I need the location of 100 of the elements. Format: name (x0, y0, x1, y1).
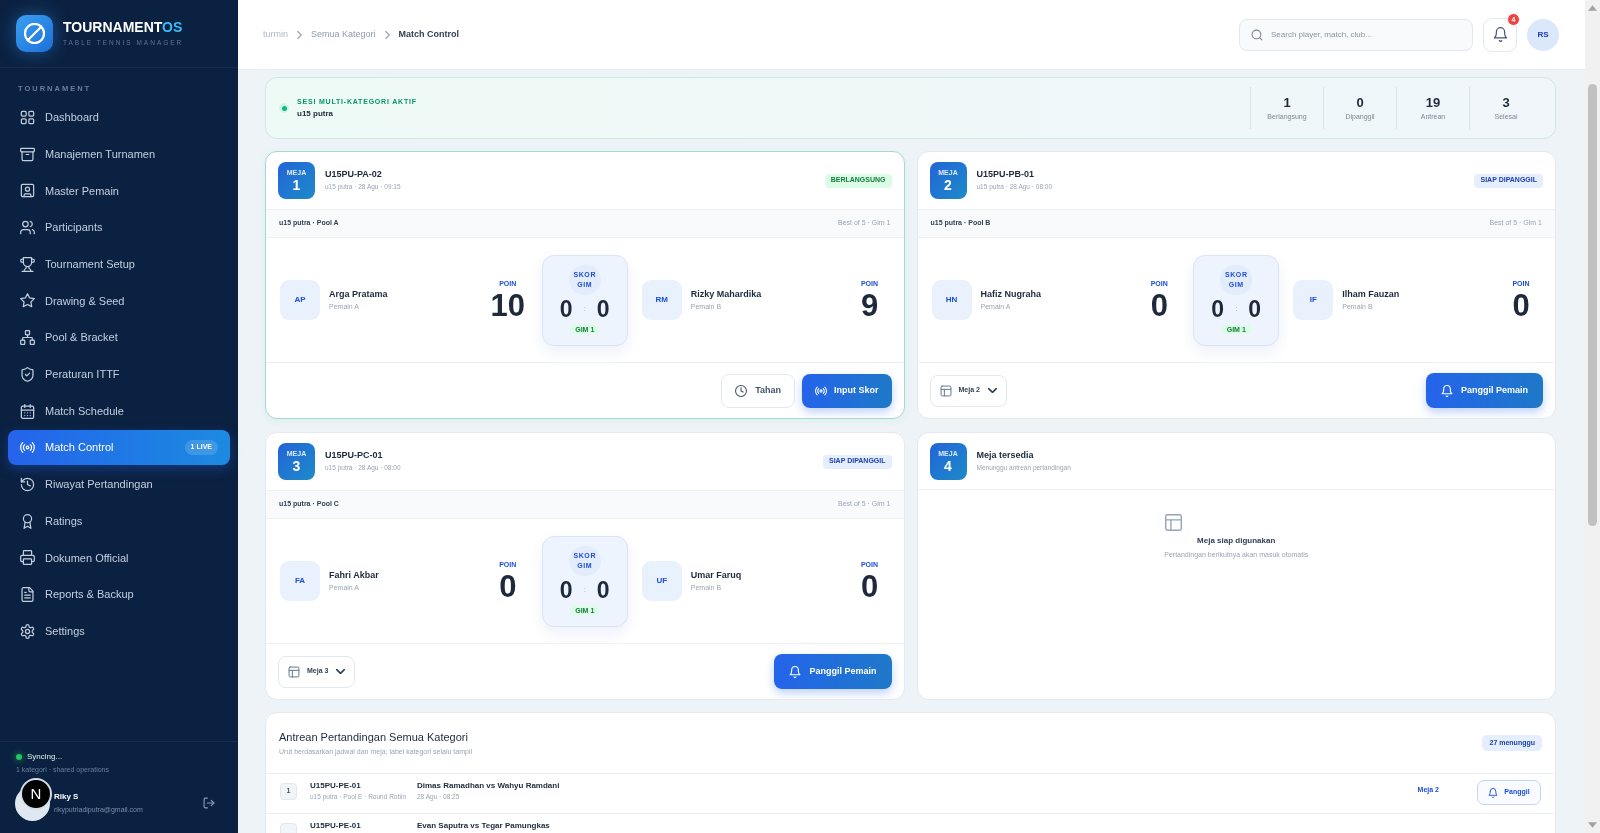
sidebar-item-label: Dokumen Official (45, 550, 129, 566)
users-icon (20, 220, 35, 236)
match-players: Dimas Ramadhan vs Wahyu Ramdani (417, 782, 560, 790)
game-score: 0 (1211, 297, 1225, 321)
scroll-down-arrow-icon[interactable] (1588, 822, 1597, 828)
shield-check-icon (20, 366, 35, 382)
sidebar-item[interactable]: Match Schedule (8, 393, 230, 429)
sidebar-item-label: Dashboard (45, 110, 99, 126)
sidebar-item[interactable]: Dashboard (8, 100, 230, 135)
match-code: U15PU-PC-01 (325, 451, 384, 461)
game-score: 0 (559, 578, 573, 602)
sidebar-item-label: Match Schedule (45, 403, 124, 419)
search-field[interactable]: Search player, match, club... (1239, 18, 1473, 51)
player-avatar: HN (931, 280, 972, 320)
player-name: Ilham Fauzan (1342, 290, 1400, 299)
broadcast-icon (20, 440, 35, 456)
empty-title: Meja siap digunakan (1196, 537, 1277, 545)
player-points: 0 (860, 570, 879, 602)
sidebar-item-label: Tournament Setup (45, 257, 135, 272)
sidebar-item[interactable]: Pool & Bracket (8, 320, 230, 356)
sidebar-item-label: Participants (45, 220, 103, 236)
player-points: 9 (860, 289, 879, 321)
sidebar-item[interactable]: Reports & Backup (8, 576, 230, 612)
sidebar-item-label: Settings (45, 623, 85, 639)
sidebar-item-label: Peraturan ITTF (45, 367, 120, 383)
player-avatar: FA (280, 561, 320, 601)
player-name: Rizky Mahardika (690, 290, 762, 299)
sidebar-item[interactable]: Peraturan ITTF (8, 356, 230, 392)
bell-icon (1492, 27, 1508, 42)
sidebar-item[interactable]: Ratings (8, 503, 230, 539)
calendar-icon (20, 403, 35, 419)
table-layout-icon (939, 384, 952, 397)
call-players-button[interactable]: Panggil Pemain (1425, 373, 1543, 408)
table-number: 1 (292, 178, 301, 192)
stat-value: 3 (1502, 96, 1510, 109)
player-points: 0 (1512, 289, 1530, 321)
user-avatar[interactable]: RS (1527, 18, 1559, 51)
match-code: U15PU-PA-02 (325, 170, 383, 180)
broadcast-icon (815, 384, 827, 397)
sidebar-item[interactable]: Tournament Setup (8, 246, 230, 282)
chevron-right-icon (297, 30, 302, 39)
player-avatar: UF (641, 561, 682, 601)
sidebar-item[interactable]: Participants (8, 210, 230, 246)
chevron-down-icon (987, 388, 997, 393)
queue-title: Antrean Pertandingan Semua Kategori (279, 731, 469, 743)
table-number: 2 (944, 178, 952, 192)
settings-icon (20, 623, 35, 639)
bell-icon (1488, 787, 1499, 798)
sidebar-item-label: Drawing & Seed (45, 293, 125, 309)
table-number: 3 (292, 459, 301, 473)
table-number: 4 (944, 458, 952, 473)
game-score: 0 (1248, 297, 1262, 321)
history-icon (20, 476, 35, 492)
breadcrumb-current: Match Control (398, 27, 460, 41)
player-avatar: AP (280, 280, 320, 320)
player-name: Fahri Akbar (329, 571, 379, 580)
scroll-up-arrow-icon[interactable] (1588, 5, 1597, 11)
sidebar-item-label: Ratings (45, 513, 83, 529)
status-dot-icon (279, 103, 289, 113)
star-icon (20, 293, 35, 309)
stat-value: 1 (1283, 96, 1291, 109)
sidebar-item-label: Pool & Bracket (45, 330, 118, 346)
archive-box-icon (20, 146, 35, 162)
match-players: Evan Saputra vs Tegar Pamungkas (417, 822, 550, 830)
hold-button[interactable]: Tahan (721, 373, 795, 408)
logo-icon (16, 15, 53, 52)
sidebar-item[interactable]: Settings (8, 613, 230, 649)
scrollbar-thumb[interactable] (1588, 84, 1597, 526)
score-separator: : (583, 305, 586, 313)
sidebar-item[interactable]: Drawing & Seed (8, 283, 230, 319)
chevron-down-icon (336, 669, 345, 674)
sidebar-item[interactable]: Riwayat Pertandingan (8, 466, 230, 502)
hierarchy-icon (20, 330, 35, 346)
grid-icon (20, 110, 35, 125)
ribbon-icon (20, 513, 35, 529)
sidebar-item-label: Riwayat Pertandingan (45, 477, 153, 493)
player-name: Hafiz Nugraha (980, 290, 1041, 299)
sync-status: Syncing... (27, 753, 63, 761)
logout-icon[interactable] (203, 797, 215, 809)
score-separator: : (583, 586, 586, 594)
clock-icon (735, 384, 748, 397)
sidebar-item[interactable]: Manajemen Turnamen (8, 136, 230, 172)
dev-tools-button[interactable]: N (20, 778, 52, 810)
sidebar-item-label: Master Pemain (45, 183, 119, 199)
search-icon (1251, 28, 1263, 41)
call-players-button[interactable]: Panggil Pemain (774, 654, 892, 689)
sidebar-item[interactable]: Dokumen Official (8, 540, 230, 576)
sidebar-item[interactable]: Master Pemain (8, 173, 230, 209)
input-score-button[interactable]: Input Skor (802, 373, 892, 408)
game-score: 0 (596, 297, 610, 321)
player-points: 10 (490, 289, 525, 321)
player-avatar: RM (641, 280, 682, 320)
player-name: Umar Faruq (690, 571, 742, 580)
match-code: U15PU-PE-01 (310, 822, 362, 830)
table-status-title: Meja tersedia (976, 450, 1035, 460)
stat-value: 0 (1356, 96, 1364, 109)
player-name: Arga Pratama (329, 290, 388, 299)
sidebar-item-label: Manajemen Turnamen (45, 146, 156, 162)
table-layout-icon (1164, 513, 1184, 532)
document-icon (20, 586, 35, 602)
